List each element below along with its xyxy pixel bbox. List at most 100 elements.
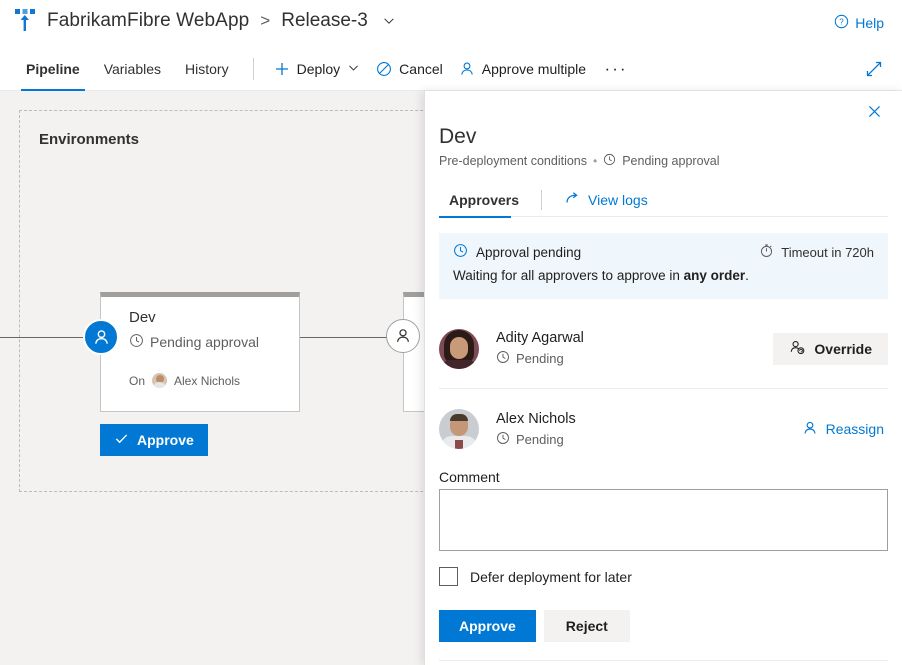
expand-diagonal-icon[interactable] [864,59,884,79]
stage-status-label: Pending approval [150,334,259,350]
canvas-approve-label: Approve [137,432,194,448]
close-icon[interactable] [860,97,888,125]
help-circle-icon: ? [834,14,849,32]
defer-deployment-checkbox-row[interactable]: Defer deployment for later [439,567,632,586]
approver-row: Alex Nichols Pending Reassign [439,389,888,469]
clock-icon [453,243,468,261]
release-approval-page: FabrikamFibre WebApp > Release-3 ? Help … [0,0,902,665]
panel-title: Dev [439,125,477,148]
avatar [152,373,168,388]
view-logs-label: View logs [588,191,648,208]
connector-line-left [0,337,85,338]
clock-icon [496,431,510,448]
approver-status: Pending [496,350,584,367]
cancel-button[interactable]: Cancel [368,47,451,91]
deploy-label: Deploy [296,61,341,77]
approval-panel: Dev Pre-deployment conditions • Pending … [424,91,902,665]
chevron-down-icon[interactable] [347,61,360,77]
project-name[interactable]: FabrikamFibre WebApp [47,10,249,32]
panel-subtitle-conditions: Pre-deployment conditions [439,154,587,168]
page-header: FabrikamFibre WebApp > Release-3 ? Help [0,0,902,47]
approver-status: Pending [496,431,576,448]
banner-title: Approval pending [476,244,582,260]
cancel-label: Cancel [399,61,443,77]
stopwatch-icon [759,243,774,261]
tab-pipeline-label: Pipeline [26,61,80,77]
command-bar: Pipeline Variables History Deploy Cancel… [0,47,902,91]
chevron-down-icon[interactable] [377,12,396,30]
breadcrumb: FabrikamFibre WebApp > Release-3 [14,8,396,34]
defer-deployment-checkbox[interactable] [439,567,458,586]
azure-pipelines-icon [14,8,38,34]
reject-button[interactable]: Reject [543,610,630,642]
person-icon [459,61,475,77]
toolbar-divider [252,58,254,80]
environments-title: Environments [39,131,140,148]
cancel-circle-icon [376,61,392,77]
banner-detail-suffix: . [745,268,749,283]
tab-approvers-label: Approvers [449,191,520,208]
tab-variables-label: Variables [103,61,162,77]
approve-multiple-label: Approve multiple [481,61,587,77]
reassign-link[interactable]: Reassign [802,420,888,439]
tab-variables[interactable]: Variables [92,47,173,91]
person-override-icon [789,339,806,359]
avatar [439,328,479,369]
tab-history-label: History [185,61,229,77]
approve-multiple-button[interactable]: Approve multiple [451,47,594,91]
checkmark-icon [114,431,129,449]
clock-icon [603,153,616,169]
approver-name: Alex Nichols [496,410,576,427]
stage-owner: On Alex Nichols [129,373,240,388]
panel-subtitle-status: Pending approval [622,154,720,168]
approve-button[interactable]: Approve [439,610,536,642]
banner-detail: Waiting for all approvers to approve in … [453,268,874,283]
panel-actions: Approve Reject [439,610,630,642]
panel-tab-divider [541,189,543,210]
help-label: Help [855,15,884,31]
pre-deployment-approval-badge[interactable] [83,319,119,355]
clock-icon [496,350,510,367]
comment-input[interactable] [439,489,888,551]
reassign-label: Reassign [825,421,884,437]
stage-name: Dev [129,309,156,326]
deploy-button[interactable]: Deploy [266,47,369,91]
panel-subtitle: Pre-deployment conditions • Pending appr… [439,153,720,169]
more-actions-button[interactable]: ··· [600,47,632,91]
panel-bottom-divider [439,660,888,661]
approver-status-label: Pending [516,431,564,447]
stage-status: Pending approval [129,333,259,351]
post-deployment-approval-badge[interactable] [386,319,420,353]
release-name[interactable]: Release-3 [281,10,368,32]
approver-name: Adity Agarwal [496,330,584,346]
stage-owner-name: Alex Nichols [174,373,241,388]
comment-label: Comment [439,469,500,485]
tab-history[interactable]: History [173,47,241,91]
defer-deployment-label: Defer deployment for later [470,568,632,585]
override-button[interactable]: Override [773,332,888,365]
panel-tabs: Approvers View logs [439,183,888,218]
tab-approvers[interactable]: Approvers [439,183,529,218]
approver-row: Adity Agarwal Pending Override [439,309,888,389]
banner-detail-strong: any order [683,268,746,283]
override-label: Override [814,340,872,357]
approval-pending-banner: Approval pending Timeout in 720h Waiting… [439,233,888,299]
stage-owner-prefix: On [129,373,146,388]
banner-detail-prefix: Waiting for all approvers to approve in [453,268,684,283]
person-icon [802,420,818,439]
approver-status-label: Pending [516,351,564,366]
help-button[interactable]: ? Help [834,14,884,32]
view-logs-link[interactable]: View logs [554,183,658,217]
avatar [439,409,479,449]
open-link-arrow-icon [564,190,580,209]
plus-icon [274,61,290,77]
banner-timeout-label: Timeout in 720h [781,244,874,260]
stage-card-dev[interactable]: Dev Pending approval On Alex Nichols [100,292,300,412]
clock-icon [129,333,144,351]
tab-pipeline[interactable]: Pipeline [14,47,92,91]
breadcrumb-separator: > [260,11,271,30]
svg-text:?: ? [839,18,844,27]
connector-line-right [300,337,390,338]
panel-subtitle-dot: • [593,154,598,168]
canvas-approve-button[interactable]: Approve [100,424,208,456]
